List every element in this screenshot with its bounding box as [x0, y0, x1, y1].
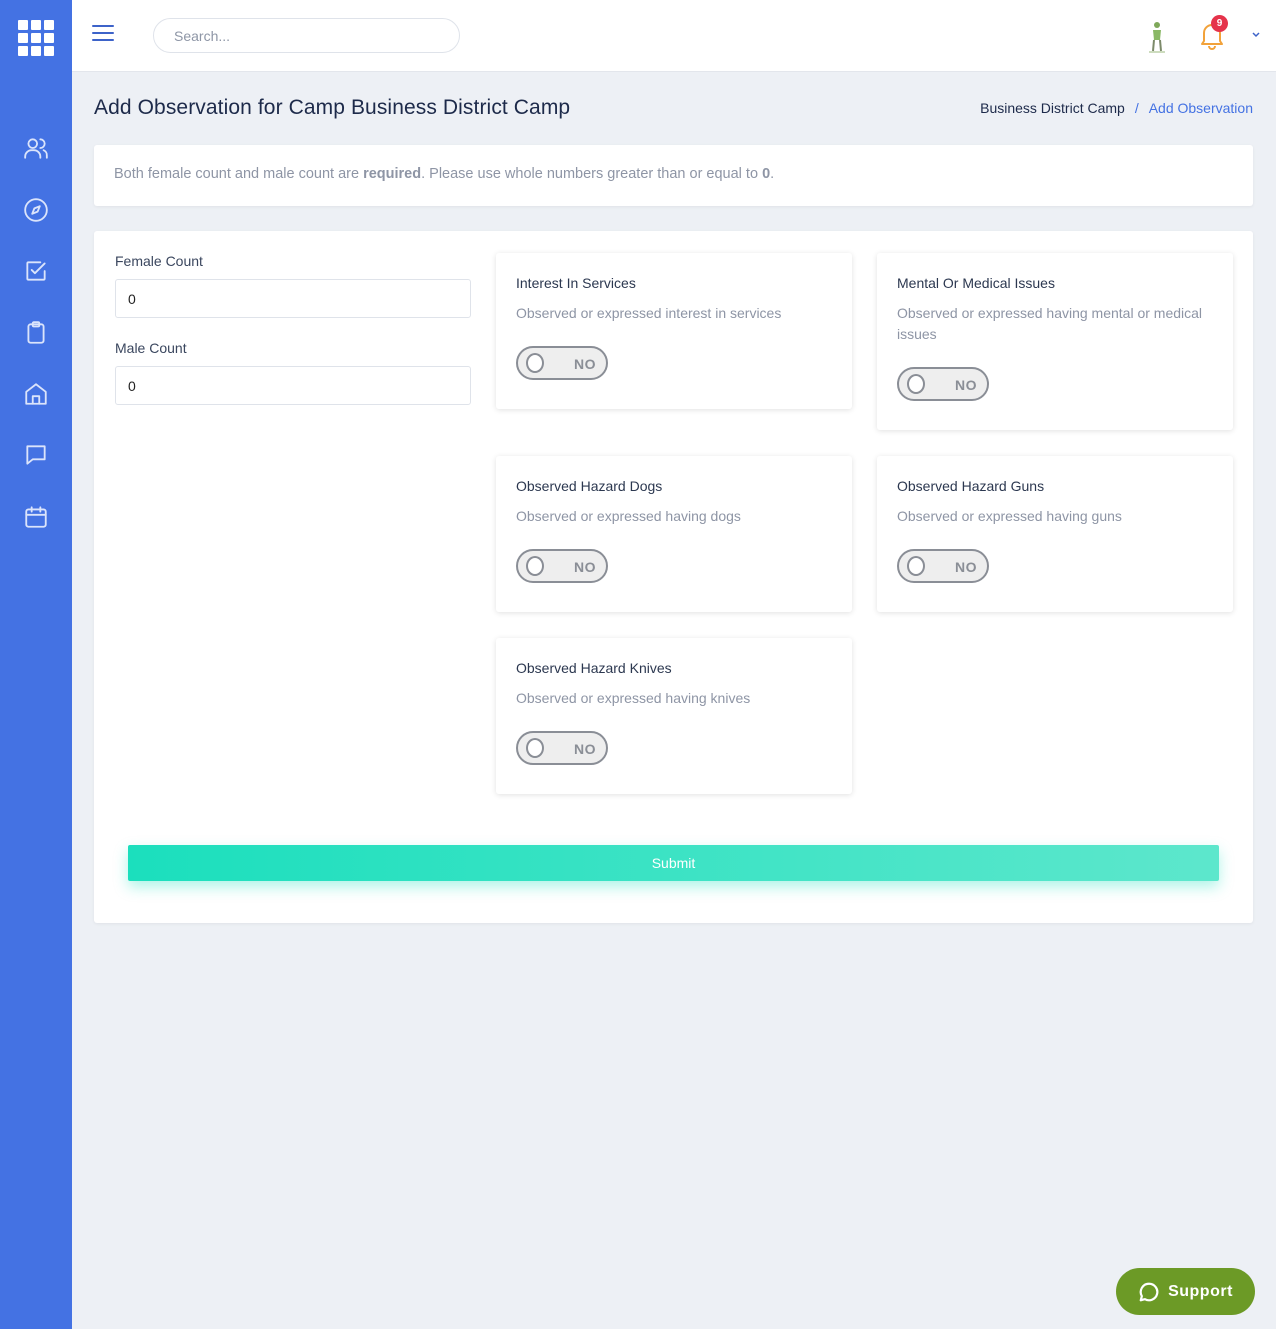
clipboard-icon[interactable]: [22, 319, 50, 347]
card-title: Observed Hazard Guns: [897, 478, 1045, 494]
mental-medical-issues-card: Mental Or Medical Issues Observed or exp…: [877, 253, 1233, 430]
mental-medical-issues-toggle[interactable]: NO: [897, 367, 989, 401]
female-count-label: Female Count: [115, 253, 203, 269]
chevron-down-icon[interactable]: [1250, 28, 1262, 40]
male-count-input[interactable]: [115, 366, 471, 405]
interest-in-services-card: Interest In Services Observed or express…: [496, 253, 852, 409]
hazard-knives-toggle[interactable]: NO: [516, 731, 608, 765]
card-description: Observed or expressed having dogs: [516, 508, 741, 524]
breadcrumb-separator: /: [1134, 100, 1139, 116]
interest-in-services-toggle[interactable]: NO: [516, 346, 608, 380]
info-text-required: required: [363, 166, 422, 182]
notification-badge: 9: [1211, 15, 1228, 32]
hazard-guns-toggle[interactable]: NO: [897, 549, 989, 583]
card-title: Mental Or Medical Issues: [897, 275, 1055, 291]
sidebar: [0, 0, 72, 1329]
hazard-dogs-card: Observed Hazard Dogs Observed or express…: [496, 456, 852, 612]
menu-toggle-icon[interactable]: [92, 25, 114, 43]
info-notice: Both female count and male count are req…: [94, 145, 1253, 206]
female-count-input[interactable]: [115, 279, 471, 318]
hazard-dogs-toggle[interactable]: NO: [516, 549, 608, 583]
info-text-prefix: Both female count and male count are: [114, 166, 364, 182]
calendar-icon[interactable]: [22, 503, 50, 531]
top-header: 9: [72, 0, 1276, 72]
avatar[interactable]: [1143, 20, 1171, 54]
page-title: Add Observation for Camp Business Distri…: [94, 96, 571, 119]
search-input[interactable]: [153, 18, 460, 53]
hazard-knives-card: Observed Hazard Knives Observed or expre…: [496, 638, 852, 794]
breadcrumb: Business District Camp / Add Observation: [980, 100, 1253, 116]
toggle-knob: [526, 738, 544, 758]
chat-bubble-icon: [1139, 1282, 1159, 1301]
toggle-label: NO: [574, 356, 596, 372]
apps-grid-icon[interactable]: [18, 20, 54, 56]
toggle-label: NO: [955, 559, 977, 575]
users-icon[interactable]: [22, 134, 50, 162]
observation-form: Female Count Male Count Interest In Serv…: [94, 231, 1253, 923]
message-icon[interactable]: [22, 441, 50, 469]
card-description: Observed or expressed having guns: [897, 508, 1122, 524]
card-title: Observed Hazard Knives: [516, 660, 672, 676]
card-description: Observed or expressed having mental or m…: [897, 305, 1203, 342]
submit-button[interactable]: Submit: [128, 845, 1219, 881]
check-square-icon[interactable]: [22, 257, 50, 285]
info-text-zero: 0: [762, 166, 771, 182]
support-button[interactable]: Support: [1116, 1268, 1255, 1315]
breadcrumb-parent-link[interactable]: Business District Camp: [980, 100, 1125, 116]
info-text-middle: . Please use whole numbers greater than …: [421, 166, 763, 182]
breadcrumb-current: Add Observation: [1148, 100, 1253, 116]
toggle-label: NO: [574, 741, 596, 757]
card-title: Observed Hazard Dogs: [516, 478, 663, 494]
card-title: Interest In Services: [516, 275, 636, 291]
card-description: Observed or expressed interest in servic…: [516, 305, 782, 321]
compass-icon[interactable]: [22, 196, 50, 224]
home-icon[interactable]: [22, 380, 50, 408]
toggle-knob: [526, 556, 544, 576]
toggle-label: NO: [574, 559, 596, 575]
info-text-suffix: .: [770, 166, 775, 182]
support-label: Support: [1168, 1282, 1233, 1300]
male-count-label: Male Count: [115, 340, 187, 356]
toggle-knob: [907, 374, 925, 394]
hazard-guns-card: Observed Hazard Guns Observed or express…: [877, 456, 1233, 612]
toggle-knob: [907, 556, 925, 576]
toggle-label: NO: [955, 377, 977, 393]
toggle-knob: [526, 353, 544, 373]
card-description: Observed or expressed having knives: [516, 690, 751, 706]
